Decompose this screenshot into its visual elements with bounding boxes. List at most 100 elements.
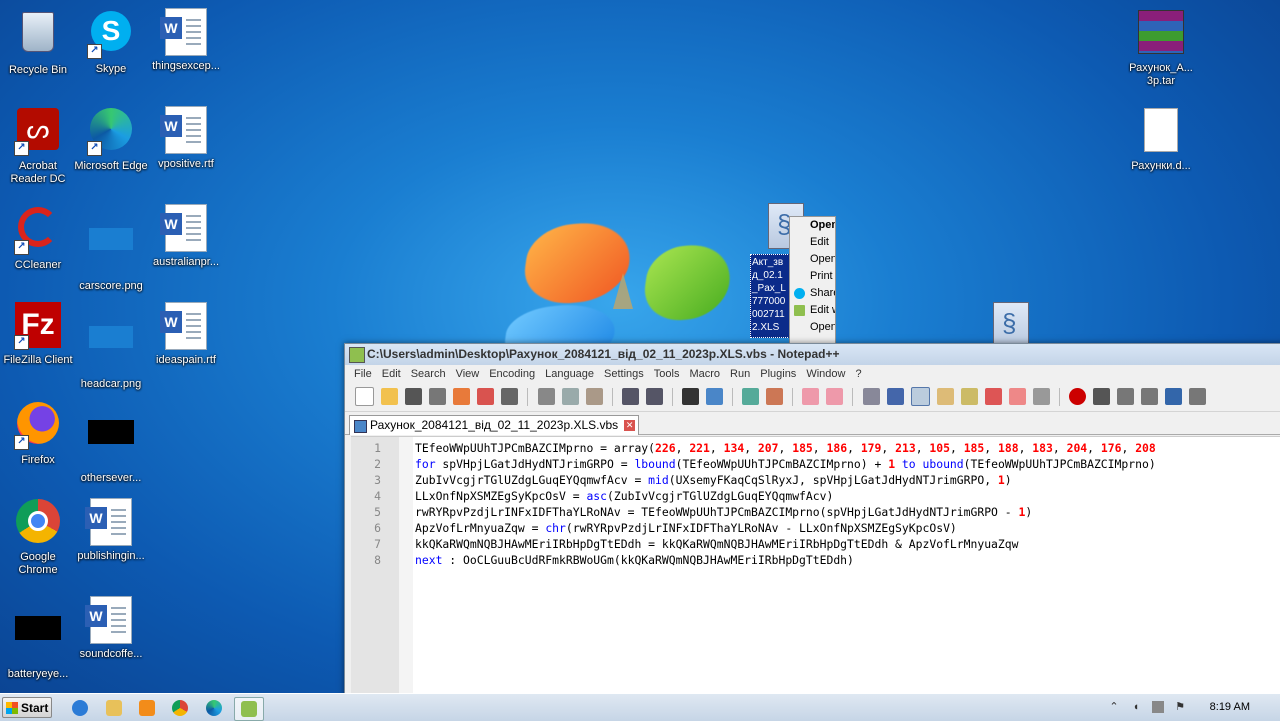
context-menu-edit-with[interactable]: Edit w bbox=[790, 302, 835, 319]
context-menu-edit[interactable]: Edit bbox=[790, 234, 835, 251]
code-text[interactable]: TEfeoWWpUUhTJPCmBAZCIMprno = array(226, … bbox=[415, 440, 1156, 456]
open-folder-icon[interactable] bbox=[381, 388, 399, 405]
menu-window[interactable]: Window bbox=[801, 365, 850, 383]
code-line[interactable]: 2 for spVHpjLGatJdHydNTJrimGRPO = lbound(… bbox=[351, 456, 1280, 472]
network-icon[interactable] bbox=[1152, 701, 1164, 713]
desktop-icon-acrobat[interactable]: ᔕ ↗ Acrobat Reader DC bbox=[0, 106, 76, 186]
function-list-icon[interactable] bbox=[960, 388, 978, 405]
code-text[interactable]: ZubIvVcgjrTGlUZdgLGuqEYQqmwfAcv = mid(UX… bbox=[415, 472, 1012, 488]
taskbar-chrome[interactable] bbox=[166, 697, 194, 719]
code-text[interactable]: kkQKaRWQmNQBJHAwMEriIRbHpDgTtEDdh = kkQK… bbox=[415, 536, 1018, 552]
paste-icon[interactable] bbox=[585, 388, 603, 405]
run-macro-icon[interactable] bbox=[1165, 388, 1183, 405]
doc-map-icon[interactable] bbox=[936, 388, 954, 405]
window-titlebar[interactable]: C:\Users\admin\Desktop\Рахунок_2084121_в… bbox=[345, 344, 1280, 365]
desktop-icon-soundcoffe[interactable]: soundcoffe... bbox=[73, 596, 149, 661]
save-icon[interactable] bbox=[405, 388, 423, 405]
menu-file[interactable]: File bbox=[349, 365, 377, 383]
menu-plugins[interactable]: Plugins bbox=[755, 365, 801, 383]
find-icon[interactable] bbox=[681, 388, 699, 405]
code-line[interactable]: 6 ApzVofLrMnyuaZqw = chr(rwRYRpvPzdjLrINF… bbox=[351, 520, 1280, 536]
menu-view[interactable]: View bbox=[451, 365, 485, 383]
redo-icon[interactable] bbox=[645, 388, 663, 405]
clock[interactable]: 8:19 AM bbox=[1210, 701, 1250, 713]
desktop-icon-skype[interactable]: S ↗ Skype bbox=[73, 8, 149, 76]
zoom-out-icon[interactable] bbox=[766, 388, 784, 405]
word-wrap-icon[interactable] bbox=[862, 388, 880, 405]
action-center-flag-icon[interactable]: ⚑ bbox=[1174, 701, 1186, 713]
record-macro-icon[interactable] bbox=[1069, 388, 1087, 405]
save-all-icon[interactable] bbox=[429, 388, 447, 405]
desktop-icon-ideaspain[interactable]: ideaspain.rtf bbox=[148, 302, 224, 367]
context-menu-print[interactable]: Print bbox=[790, 268, 835, 285]
zoom-in-icon[interactable] bbox=[742, 388, 760, 405]
play-multiple-icon[interactable] bbox=[1141, 388, 1159, 405]
close-all-icon[interactable] bbox=[477, 388, 495, 405]
taskbar-media-player[interactable] bbox=[133, 697, 161, 719]
code-line[interactable]: 5 rwRYRpvPzdjLrINFxIDFThaYLRoNAv = TEfeoW… bbox=[351, 504, 1280, 520]
code-line[interactable]: 7 kkQKaRWQmNQBJHAwMEriIRbHpDgTtEDdh = kkQ… bbox=[351, 536, 1280, 552]
undo-icon[interactable] bbox=[621, 388, 639, 405]
desktop-icon-headcar[interactable]: headcar.png bbox=[73, 302, 149, 391]
desktop-icon-recycle-bin[interactable]: Recycle Bin bbox=[0, 8, 76, 77]
taskbar-explorer[interactable] bbox=[100, 697, 128, 719]
menu-search[interactable]: Search bbox=[406, 365, 451, 383]
menu-tools[interactable]: Tools bbox=[649, 365, 685, 383]
menu-language[interactable]: Language bbox=[540, 365, 599, 383]
copy-icon[interactable] bbox=[561, 388, 579, 405]
desktop-icon-rahunki[interactable]: Рахунки.d... bbox=[1123, 106, 1199, 173]
menu-run[interactable]: Run bbox=[725, 365, 755, 383]
selected-file-label[interactable]: Акт_зв д_02.1 _Pax_L 777000 002711 2.XLS bbox=[750, 254, 794, 338]
menu-macro[interactable]: Macro bbox=[684, 365, 725, 383]
save-macro-icon[interactable] bbox=[1189, 388, 1207, 405]
sync-horizontal-icon[interactable] bbox=[826, 388, 844, 405]
folder-icon[interactable] bbox=[1008, 388, 1026, 405]
cut-icon[interactable] bbox=[537, 388, 555, 405]
sync-vertical-icon[interactable] bbox=[802, 388, 820, 405]
show-all-chars-icon[interactable] bbox=[886, 388, 904, 405]
menu-help[interactable]: ? bbox=[850, 365, 866, 383]
menu-settings[interactable]: Settings bbox=[599, 365, 649, 383]
context-menu-open-2[interactable]: Open bbox=[790, 251, 835, 268]
context-menu-share[interactable]: Share bbox=[790, 285, 835, 302]
tab-vbs-file[interactable]: Рахунок_2084121_від_02_11_2023р.XLS.vbs … bbox=[349, 415, 640, 435]
close-tab-icon[interactable]: ✕ bbox=[624, 420, 636, 431]
code-text[interactable]: rwRYRpvPzdjLrINFxIDFThaYLRoNAv = TEfeoWW… bbox=[415, 504, 1032, 520]
code-text[interactable]: ApzVofLrMnyuaZqw = chr(rwRYRpvPzdjLrINFx… bbox=[415, 520, 957, 536]
desktop-icon-filezilla[interactable]: Fz ↗ FileZilla Client bbox=[0, 302, 76, 367]
desktop-icon-chrome[interactable]: Google Chrome bbox=[0, 498, 76, 577]
code-line[interactable]: 4 LLxOnfNpXSMZEgSyKpcOsV = asc(ZubIvVcgjr… bbox=[351, 488, 1280, 504]
start-button[interactable]: Start bbox=[2, 697, 52, 718]
print-icon[interactable] bbox=[501, 388, 519, 405]
code-line[interactable]: 1 TEfeoWWpUUhTJPCmBAZCIMprno = array(226,… bbox=[351, 440, 1280, 456]
desktop-icon-batteryeye[interactable]: batteryeye... bbox=[0, 596, 76, 681]
new-file-icon[interactable] bbox=[355, 387, 374, 406]
indent-guide-icon[interactable] bbox=[910, 387, 930, 406]
context-menu-open-with[interactable]: Open bbox=[790, 319, 835, 336]
desktop-icon-australianpr[interactable]: australianpr... bbox=[148, 204, 224, 269]
desktop-icon-ccleaner[interactable]: ↗ CCleaner bbox=[0, 204, 76, 272]
vbs-script-icon-2[interactable] bbox=[993, 302, 1029, 348]
menu-edit[interactable]: Edit bbox=[377, 365, 406, 383]
desktop-icon-edge[interactable]: ↗ Microsoft Edge bbox=[73, 106, 149, 173]
menu-encoding[interactable]: Encoding bbox=[484, 365, 540, 383]
monitor-icon[interactable] bbox=[1032, 388, 1050, 405]
code-line[interactable]: 3 ZubIvVcgjrTGlUZdgLGuqEYQqmwfAcv = mid(U… bbox=[351, 472, 1280, 488]
code-text[interactable]: for spVHpjLGatJdHydNTJrimGRPO = lbound(T… bbox=[415, 456, 1156, 472]
code-text[interactable]: LLxOnfNpXSMZEgSyKpcOsV = asc(ZubIvVcgjrT… bbox=[415, 488, 833, 504]
folder-workspace-icon[interactable] bbox=[984, 388, 1002, 405]
desktop-icon-vpositive[interactable]: vpositive.rtf bbox=[148, 106, 224, 171]
desktop-icon-othersever[interactable]: othersever... bbox=[73, 400, 149, 485]
code-line[interactable]: 8 next : OoCLGuuBcUdRFmkRBWoUGm(kkQKaRWQm… bbox=[351, 552, 1280, 568]
taskbar-notepadpp[interactable] bbox=[234, 697, 264, 721]
volume-icon[interactable]: ◖ bbox=[1130, 701, 1142, 713]
play-macro-icon[interactable] bbox=[1117, 388, 1135, 405]
desktop-icon-carscore[interactable]: carscore.png bbox=[73, 204, 149, 293]
code-text[interactable]: next : OoCLGuuBcUdRFmkRBWoUGm(kkQKaRWQmN… bbox=[415, 552, 854, 568]
taskbar-edge[interactable] bbox=[200, 697, 228, 719]
stop-macro-icon[interactable] bbox=[1093, 388, 1111, 405]
desktop-icon-thingsexcep[interactable]: thingsexcep... bbox=[148, 8, 224, 73]
show-hidden-icons-icon[interactable]: ⌃ bbox=[1108, 701, 1120, 713]
close-icon[interactable] bbox=[453, 388, 471, 405]
replace-icon[interactable] bbox=[706, 388, 723, 405]
